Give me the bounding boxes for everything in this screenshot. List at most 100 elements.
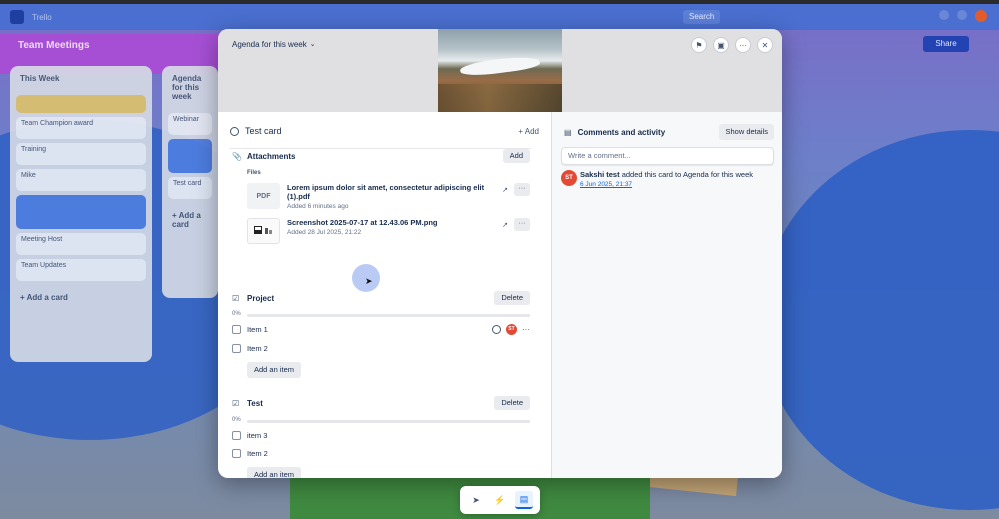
board-title[interactable]: Team Meetings (18, 40, 90, 51)
add-checklist-item-button[interactable]: Add an item (247, 362, 302, 378)
image-thumbnail (247, 218, 280, 244)
checklist-item-label[interactable]: Item 1 (247, 325, 268, 334)
checklist-progress-bar (247, 314, 530, 317)
checklist-item-label[interactable]: Item 2 (247, 449, 268, 458)
attachment-date: Added 6 minutes ago (287, 203, 349, 210)
attachments-header: 📎 Attachments Add (232, 149, 530, 163)
card-title-row: Test card + Add (230, 124, 541, 138)
checklist-checkbox[interactable] (232, 324, 241, 334)
checklist-item-label[interactable]: Item 2 (247, 344, 268, 353)
checklist-checkbox[interactable] (232, 430, 241, 440)
chat-icon[interactable]: ▤ (515, 491, 533, 509)
add-attachment-button[interactable]: Add (502, 149, 530, 163)
mouse-cursor-icon: ➤ (365, 276, 373, 286)
list-title[interactable]: Agenda for this week (162, 66, 218, 109)
card-title[interactable]: Test card (245, 126, 282, 136)
complete-toggle[interactable] (230, 126, 239, 136)
bell-icon[interactable] (939, 10, 949, 20)
search-input[interactable]: Search (683, 10, 721, 24)
checklist-icon: ☑ (232, 293, 240, 303)
board-card[interactable]: Mike (16, 169, 146, 191)
avatar[interactable]: ST (506, 323, 517, 335)
board-card[interactable]: Meeting Host (16, 233, 146, 255)
card-main-pane: Test card + Add 📎 Attachments Add Files … (218, 112, 551, 478)
board-card[interactable]: Team Updates (16, 259, 146, 281)
checklist-progress-label: 0% (232, 311, 241, 317)
files-label: Files (247, 170, 261, 176)
add-card-button[interactable]: + Add a card (162, 203, 218, 237)
attachment-more-button[interactable]: ··· (514, 218, 530, 231)
external-link-icon[interactable]: ↗ (502, 186, 508, 194)
attachments-title: Attachments (247, 151, 296, 161)
checklist-header: ☑ Project Delete (232, 291, 530, 305)
more-icon[interactable]: ··· (735, 37, 751, 53)
add-card-button[interactable]: + Add a card (10, 285, 152, 310)
attachment-date: Added 28 Jul 2025, 21:22 (287, 229, 362, 236)
bottom-toolbar: ➤ ⚡ ▤ (460, 486, 540, 514)
help-icon[interactable] (957, 10, 967, 20)
activity-timestamp[interactable]: 6 Jun 2025, 21:37 (580, 180, 753, 190)
list-title[interactable]: This Week (10, 66, 152, 91)
external-link-icon[interactable]: ↗ (502, 221, 508, 229)
card-cover: Agenda for this week ⌄ ⚑ ▣ ··· ✕ (218, 29, 782, 112)
attachment-name[interactable]: Screenshot 2025-07-17 at 12.43.06 PM.png (287, 218, 487, 227)
pin-icon[interactable]: ⚑ (691, 37, 707, 53)
top-navigation-bar: Trello Search (0, 4, 999, 30)
checklist-progress-bar (247, 420, 530, 423)
checklist-checkbox[interactable] (232, 343, 241, 353)
background-shape (760, 130, 999, 510)
bolt-icon[interactable]: ⚡ (491, 491, 509, 509)
add-button[interactable]: + Add (518, 127, 539, 136)
board-card[interactable] (16, 195, 146, 229)
add-checklist-item-button[interactable]: Add an item (247, 467, 302, 478)
checklist-progress-label: 0% (232, 417, 241, 423)
board-card[interactable] (168, 139, 212, 173)
close-icon[interactable]: ✕ (757, 37, 773, 53)
board-card[interactable]: Training (16, 143, 146, 165)
activity-message: added this card to Agenda for this week (619, 170, 754, 179)
board-card[interactable] (16, 95, 146, 113)
image-icon[interactable]: ▣ (713, 37, 729, 53)
comment-input[interactable]: Write a comment... (561, 147, 774, 165)
board-list: Agenda for this week Webinar Test card +… (162, 66, 218, 298)
attachment-more-button[interactable]: ··· (514, 183, 530, 196)
card-detail-modal: Agenda for this week ⌄ ⚑ ▣ ··· ✕ Test ca… (218, 29, 782, 478)
delete-checklist-button[interactable]: Delete (494, 396, 530, 410)
checklist-checkbox[interactable] (232, 448, 241, 458)
checklist-item-label[interactable]: item 3 (247, 431, 267, 440)
more-icon[interactable]: ··· (522, 325, 530, 334)
board-card[interactable]: Test card (168, 177, 212, 199)
share-button[interactable]: Share (923, 36, 969, 52)
checklist-header: ☑ Test Delete (232, 396, 530, 410)
inbox-icon[interactable]: ➤ (467, 491, 485, 509)
activity-user[interactable]: Sakshi test (580, 170, 620, 179)
activity-title: Comments and activity (577, 127, 666, 137)
activity-header: ▤ Comments and activity Show details (564, 124, 774, 140)
list-selector[interactable]: Agenda for this week ⌄ (227, 38, 321, 52)
attachment-icon: 📎 (232, 151, 242, 161)
screenshot-thumbnail-icon (253, 226, 272, 234)
board-card[interactable]: Team Champion award (16, 117, 146, 139)
board-card[interactable]: Webinar (168, 113, 212, 135)
cover-image (438, 29, 562, 112)
list-selector-label: Agenda for this week (232, 40, 307, 49)
checklist-title: Test (247, 398, 263, 408)
avatar[interactable]: ST (561, 170, 577, 186)
avatar[interactable] (975, 10, 987, 22)
chevron-down-icon: ⌄ (309, 41, 316, 48)
attachment-row[interactable]: PDF Lorem ipsum dolor sit amet, consecte… (247, 183, 530, 211)
checklist-item[interactable]: item 3 (232, 429, 530, 441)
show-details-button[interactable]: Show details (719, 124, 774, 140)
activity-pane: ▤ Comments and activity Show details Wri… (551, 112, 782, 478)
clock-icon[interactable] (492, 324, 501, 334)
checklist-item[interactable]: Item 2 (232, 342, 530, 354)
trello-logo-icon[interactable] (10, 10, 24, 24)
app-name: Trello (32, 12, 52, 22)
checklist-item[interactable]: Item 2 (232, 447, 530, 459)
attachment-row[interactable]: Screenshot 2025-07-17 at 12.43.06 PM.png… (247, 218, 530, 246)
delete-checklist-button[interactable]: Delete (494, 291, 530, 305)
attachment-name[interactable]: Lorem ipsum dolor sit amet, consectetur … (287, 183, 487, 201)
checklist-title: Project (247, 293, 275, 303)
checklist-item[interactable]: Item 1 ST ··· (232, 323, 530, 335)
activity-entry: ST Sakshi test added this card to Agenda… (561, 170, 774, 189)
